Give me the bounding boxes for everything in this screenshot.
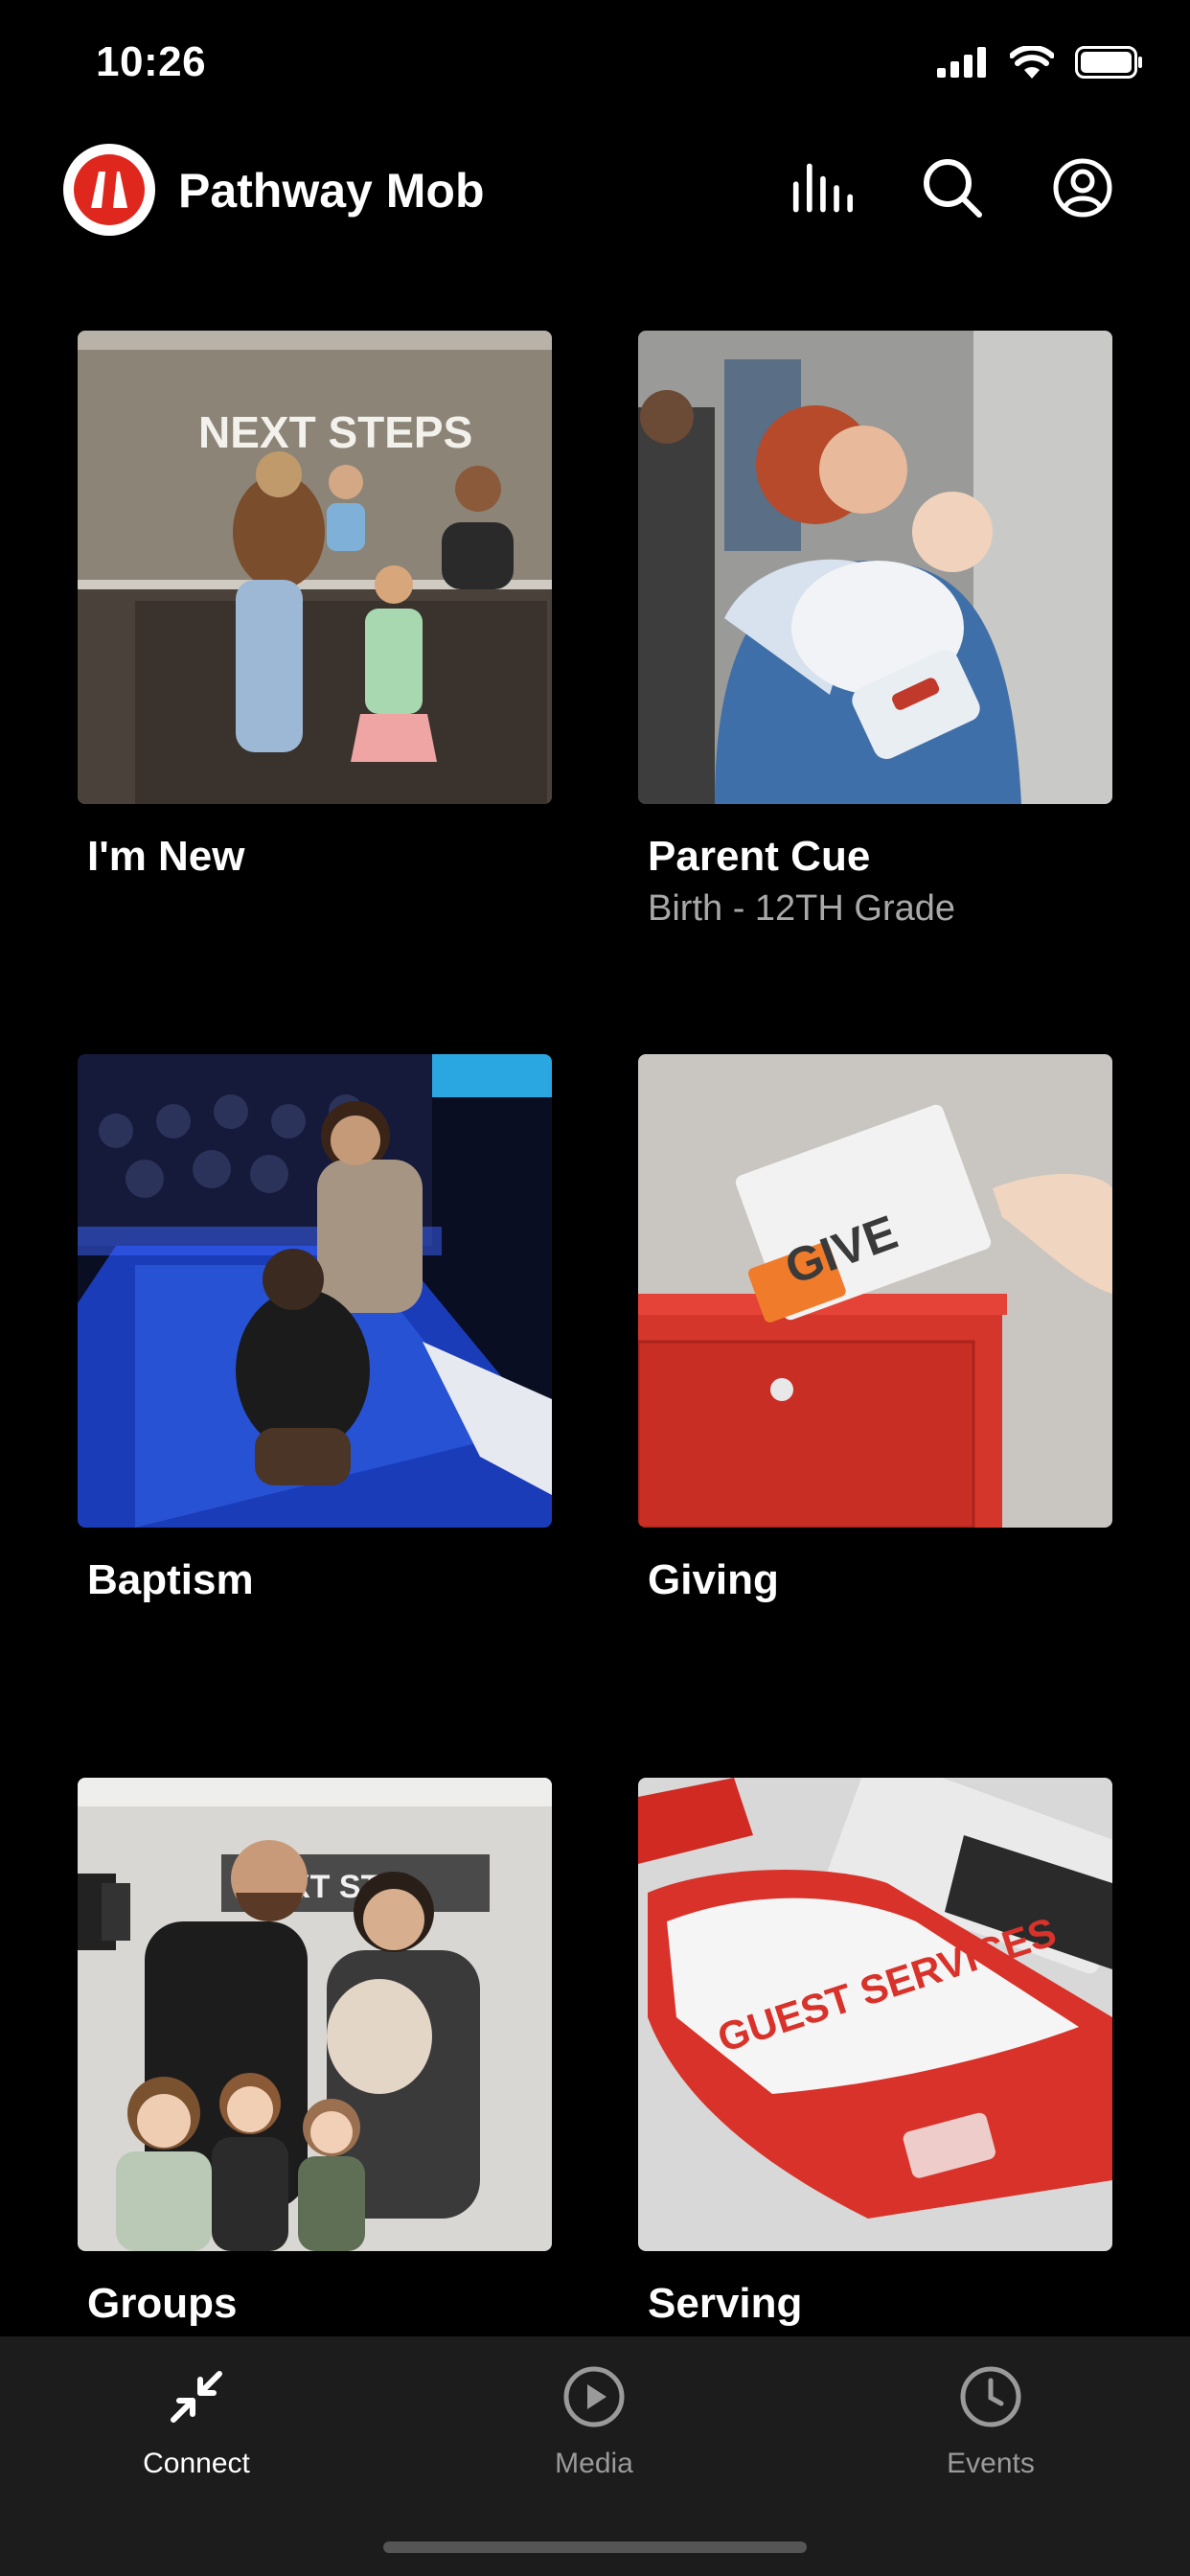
bottom-tab-bar: Connect Media Events (0, 2336, 1190, 2576)
tile-image-parent-cue (638, 331, 1112, 804)
tile-title: Serving (648, 2280, 803, 2327)
tile-title: I'm New (87, 833, 245, 880)
play-icon (563, 2366, 625, 2427)
tile-image-giving: GIVE (638, 1054, 1112, 1528)
tile-image-serving: GUEST SERVICES (638, 1778, 1112, 2251)
tile-subtitle: Birth - 12TH Grade (648, 888, 955, 929)
profile-button[interactable] (1052, 155, 1113, 220)
status-time: 10:26 (96, 38, 207, 85)
tile-serving[interactable]: GUEST SERVICES Serving (638, 1778, 1112, 2328)
tab-label: Media (555, 2448, 633, 2479)
tab-label: Connect (143, 2448, 250, 2479)
pathway-logo-icon (74, 154, 145, 225)
tile-baptism[interactable]: Baptism (78, 1054, 552, 1604)
tile-im-new[interactable]: NEXT STEPS I'm New (78, 331, 552, 881)
tab-events[interactable]: Events (876, 2356, 1106, 2480)
connect-icon (171, 2371, 222, 2423)
wifi-icon (1010, 46, 1054, 79)
tile-image-groups: XT ST (78, 1778, 552, 2251)
tile-image-baptism (78, 1054, 552, 1528)
brand-logo[interactable] (63, 144, 155, 236)
header-actions (791, 155, 1113, 220)
next-steps-sign: NEXT STEPS (198, 407, 472, 457)
home-indicator (383, 2542, 807, 2553)
search-button[interactable] (922, 155, 983, 220)
audio-bars-icon (792, 163, 853, 213)
clock-icon (960, 2366, 1021, 2427)
app-title: Pathway Mob (178, 164, 485, 218)
tile-parent-cue[interactable]: Parent Cue Birth - 12TH Grade (638, 331, 1112, 930)
tile-image-next-steps: NEXT STEPS (78, 331, 552, 804)
tile-title: Baptism (87, 1556, 254, 1603)
tab-media[interactable]: Media (479, 2356, 709, 2480)
tile-title: Parent Cue (648, 833, 871, 880)
battery-icon (1075, 46, 1142, 79)
app-header: Pathway Mob (0, 134, 1190, 249)
tab-label: Events (947, 2448, 1035, 2479)
tab-connect[interactable]: Connect (81, 2356, 311, 2480)
status-icons (937, 46, 1144, 79)
audio-button[interactable] (791, 155, 853, 220)
tile-giving[interactable]: GIVE Giving (638, 1054, 1112, 1604)
signal-icon (937, 47, 986, 78)
search-icon (924, 159, 982, 218)
profile-icon (1053, 158, 1112, 218)
status-bar: 10:26 (0, 0, 1190, 134)
tile-title: Groups (87, 2280, 238, 2327)
tile-groups[interactable]: XT ST Groups (78, 1778, 552, 2328)
tile-title: Giving (648, 1556, 779, 1603)
